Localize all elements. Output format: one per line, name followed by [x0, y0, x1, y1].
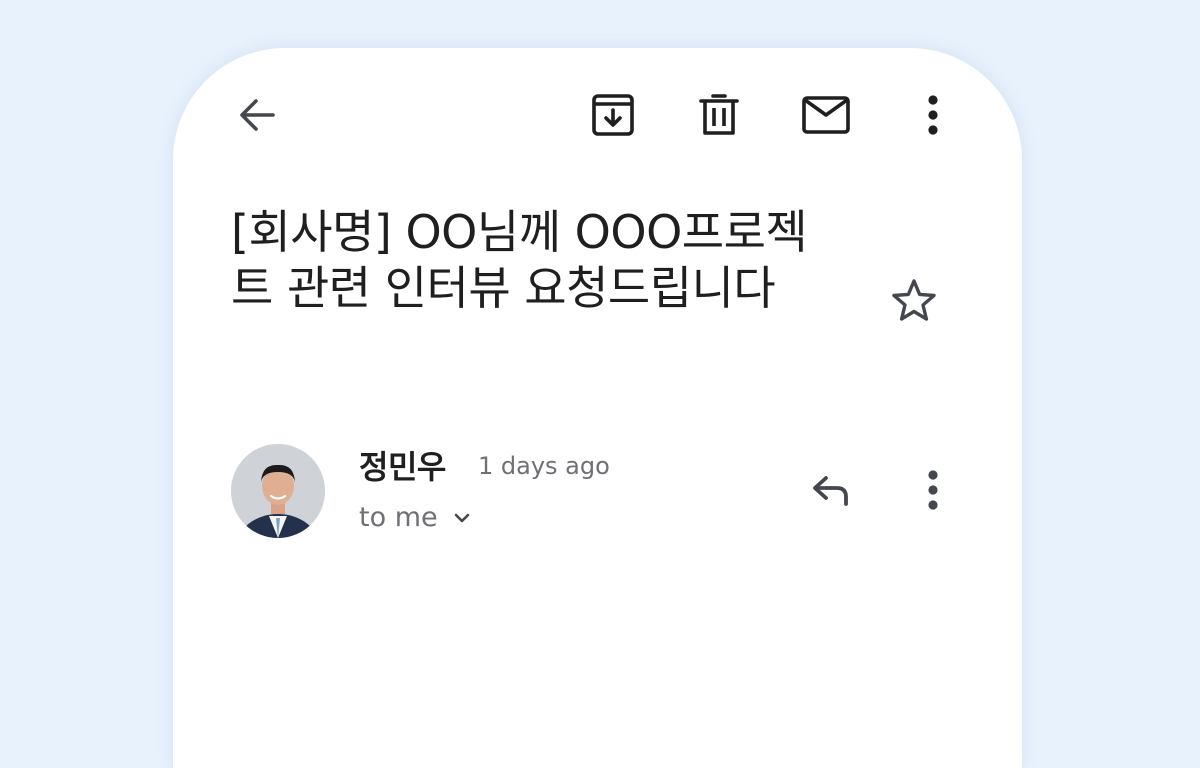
email-view-card: [회사명] OO님께 OOO프로젝트 관련 인터뷰 요청드립니다 정민우 1 d… [173, 48, 1022, 768]
star-button[interactable] [886, 272, 942, 328]
sender-name: 정민우 [359, 448, 446, 486]
person-photo-icon [231, 444, 325, 538]
more-vert-icon [928, 95, 938, 135]
archive-icon [592, 94, 634, 136]
trash-icon [699, 94, 739, 135]
recipient-details-toggle[interactable]: to me [359, 502, 470, 533]
back-button[interactable] [229, 87, 285, 143]
mail-icon [802, 96, 850, 134]
sent-time: 1 days ago [478, 452, 610, 480]
archive-button[interactable] [585, 87, 641, 143]
mark-unread-button[interactable] [798, 87, 854, 143]
email-subject: [회사명] OO님께 OOO프로젝트 관련 인터뷰 요청드립니다 [231, 205, 808, 315]
delete-button[interactable] [691, 87, 747, 143]
reply-button[interactable] [803, 462, 859, 518]
reply-icon [813, 476, 848, 506]
sender-avatar[interactable] [231, 444, 325, 538]
recipient-label: to me [359, 502, 438, 533]
star-icon [892, 279, 936, 321]
message-more-button[interactable] [905, 462, 961, 518]
arrow-left-icon [240, 99, 275, 131]
more-vert-icon [928, 470, 938, 510]
chevron-down-icon [454, 513, 469, 522]
more-options-button[interactable] [905, 87, 961, 143]
